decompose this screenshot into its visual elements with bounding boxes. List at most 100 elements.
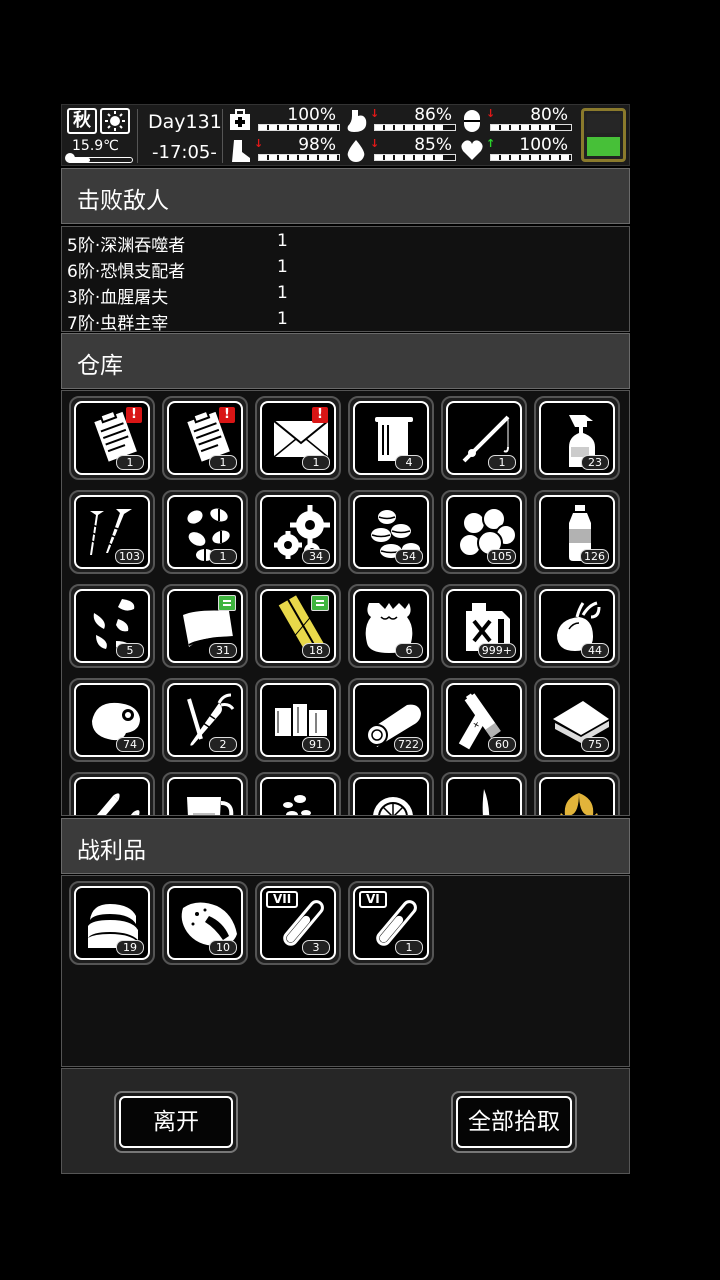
storage-slot-frame: 1! xyxy=(167,401,243,475)
storage-slot-frame: 18 xyxy=(260,589,336,663)
storage-slot-frame: 4 xyxy=(353,401,429,475)
divider xyxy=(137,109,138,163)
storage-slot-frame: 91 xyxy=(260,683,336,757)
pill-icon xyxy=(460,108,484,132)
storage-slot[interactable]: +60 xyxy=(441,678,527,762)
enemy-name: 3阶·血腥屠夫 xyxy=(67,288,169,308)
loot-slot[interactable]: 10 xyxy=(162,881,248,965)
divider xyxy=(222,109,223,163)
defeated-enemies-list[interactable]: 5阶·深渊吞噬者 1 6阶·恐惧支配者 1 3阶·血腥屠夫 1 7阶·虫群主宰 1 xyxy=(61,226,630,332)
stat-bar xyxy=(374,154,456,161)
alert-icon: ! xyxy=(126,407,142,423)
storage-slot[interactable]: 1! xyxy=(255,396,341,480)
enemy-row: 7阶·虫群主宰 1 xyxy=(67,309,288,331)
battery-indicator[interactable] xyxy=(581,108,626,162)
storage-slot[interactable] xyxy=(69,772,155,815)
storage-slot-frame xyxy=(446,777,522,815)
storage-title: 仓库 xyxy=(77,353,123,379)
storage-slot[interactable]: 1 xyxy=(441,396,527,480)
pick-all-button[interactable]: 全部拾取 xyxy=(451,1091,577,1153)
storage-slot-frame: 1 xyxy=(446,401,522,475)
storage-slot-frame: 74 xyxy=(74,683,150,757)
loot-slot[interactable]: 19 xyxy=(69,881,155,965)
storage-grid[interactable]: 1! 1! 1! 4 1 23 103 1 34 54 105 126 5 31 18 6 999+ 44 74 2 9… xyxy=(61,390,630,816)
arrow-up-icon: ↑ xyxy=(486,137,496,150)
storage-slot[interactable]: 18 xyxy=(255,584,341,668)
item-count: 18 xyxy=(302,643,330,658)
storage-slot[interactable] xyxy=(162,772,248,815)
storage-slot[interactable]: 31 xyxy=(162,584,248,668)
item-count: 1 xyxy=(302,455,330,470)
storage-slot-frame: 75 xyxy=(539,683,615,757)
storage-slot-frame xyxy=(74,777,150,815)
storage-slot[interactable]: 44 xyxy=(534,584,620,668)
loot-grid[interactable]: 19 10 VII 3 VI 1 xyxy=(61,875,630,1067)
storage-slot[interactable]: 103 xyxy=(69,490,155,574)
storage-slot-frame: 23 xyxy=(539,401,615,475)
item-count: 1 xyxy=(395,940,423,955)
item-count: 5 xyxy=(116,643,144,658)
stat-medicine: ↓ 80% xyxy=(460,105,572,133)
storage-slot[interactable]: 6 xyxy=(348,584,434,668)
storage-slot[interactable] xyxy=(348,772,434,815)
storage-slot[interactable]: 999+ xyxy=(441,584,527,668)
item-count: 91 xyxy=(302,737,330,752)
defeated-enemies-title: 击败敌人 xyxy=(77,188,169,214)
leave-button[interactable]: 离开 xyxy=(114,1091,238,1153)
storage-slot[interactable]: 2 xyxy=(162,678,248,762)
loot-slot[interactable]: VII 3 xyxy=(255,881,341,965)
enemy-count: 1 xyxy=(277,283,288,303)
enemy-row: 6阶·恐惧支配者 1 xyxy=(67,257,288,283)
loot-slot-frame: VI 1 xyxy=(353,886,429,960)
storage-slot-frame: 126 xyxy=(539,495,615,569)
storage-slot[interactable] xyxy=(255,772,341,815)
footer-bar: 离开 全部拾取 xyxy=(61,1068,630,1174)
storage-slot[interactable]: 126 xyxy=(534,490,620,574)
storage-slot-frame xyxy=(353,777,429,815)
storage-slot[interactable]: 75 xyxy=(534,678,620,762)
storage-slot[interactable]: 105 xyxy=(441,490,527,574)
stat-value: 85% xyxy=(414,135,452,155)
loot-slot[interactable]: VI 1 xyxy=(348,881,434,965)
item-count: 4 xyxy=(395,455,423,470)
arrow-down-icon: ↓ xyxy=(486,107,496,120)
status-bar: 秋 15.9℃ Day131 -17:05- 100% ↓ 86% ↓ 80% ↓ 98% ↓… xyxy=(61,104,630,166)
item-count: 1 xyxy=(116,455,144,470)
storage-slot[interactable]: 34 xyxy=(255,490,341,574)
storage-header: 仓库 xyxy=(61,333,630,389)
sun-icon xyxy=(100,108,130,134)
stat-bar xyxy=(490,124,572,131)
storage-slot[interactable]: 5 xyxy=(69,584,155,668)
arrow-down-icon: ↓ xyxy=(254,137,264,150)
storage-slot[interactable]: 1! xyxy=(162,396,248,480)
stat-value: 100% xyxy=(519,135,568,155)
storage-slot[interactable]: 54 xyxy=(348,490,434,574)
item-count: 19 xyxy=(116,940,144,955)
stat-value: 98% xyxy=(298,135,336,155)
storage-slot-frame: 722 xyxy=(353,683,429,757)
storage-slot[interactable]: 1! xyxy=(69,396,155,480)
storage-slot[interactable]: 722 xyxy=(348,678,434,762)
storage-slot[interactable]: 74 xyxy=(69,678,155,762)
storage-slot[interactable]: 91 xyxy=(255,678,341,762)
storage-slot-frame: 1! xyxy=(260,401,336,475)
item-count: 1 xyxy=(488,455,516,470)
storage-slot[interactable]: 4 xyxy=(348,396,434,480)
stat-hunger: ↓ 86% xyxy=(344,105,456,133)
enemy-count: 1 xyxy=(277,231,288,251)
storage-slot[interactable]: 1 xyxy=(162,490,248,574)
time-label: -17:05- xyxy=(152,142,217,163)
item-count: 74 xyxy=(116,737,144,752)
storage-slot[interactable] xyxy=(534,772,620,815)
loot-title: 战利品 xyxy=(77,838,146,864)
arrow-down-icon: ↓ xyxy=(370,107,380,120)
boot-icon xyxy=(228,138,252,162)
item-count: 60 xyxy=(488,737,516,752)
storage-slot[interactable]: 23 xyxy=(534,396,620,480)
item-count: 2 xyxy=(209,737,237,752)
storage-slot[interactable] xyxy=(441,772,527,815)
thermometer-icon xyxy=(65,153,75,163)
stat-bar xyxy=(258,124,340,131)
note-icon xyxy=(311,595,329,611)
stat-health: 100% xyxy=(228,105,340,133)
